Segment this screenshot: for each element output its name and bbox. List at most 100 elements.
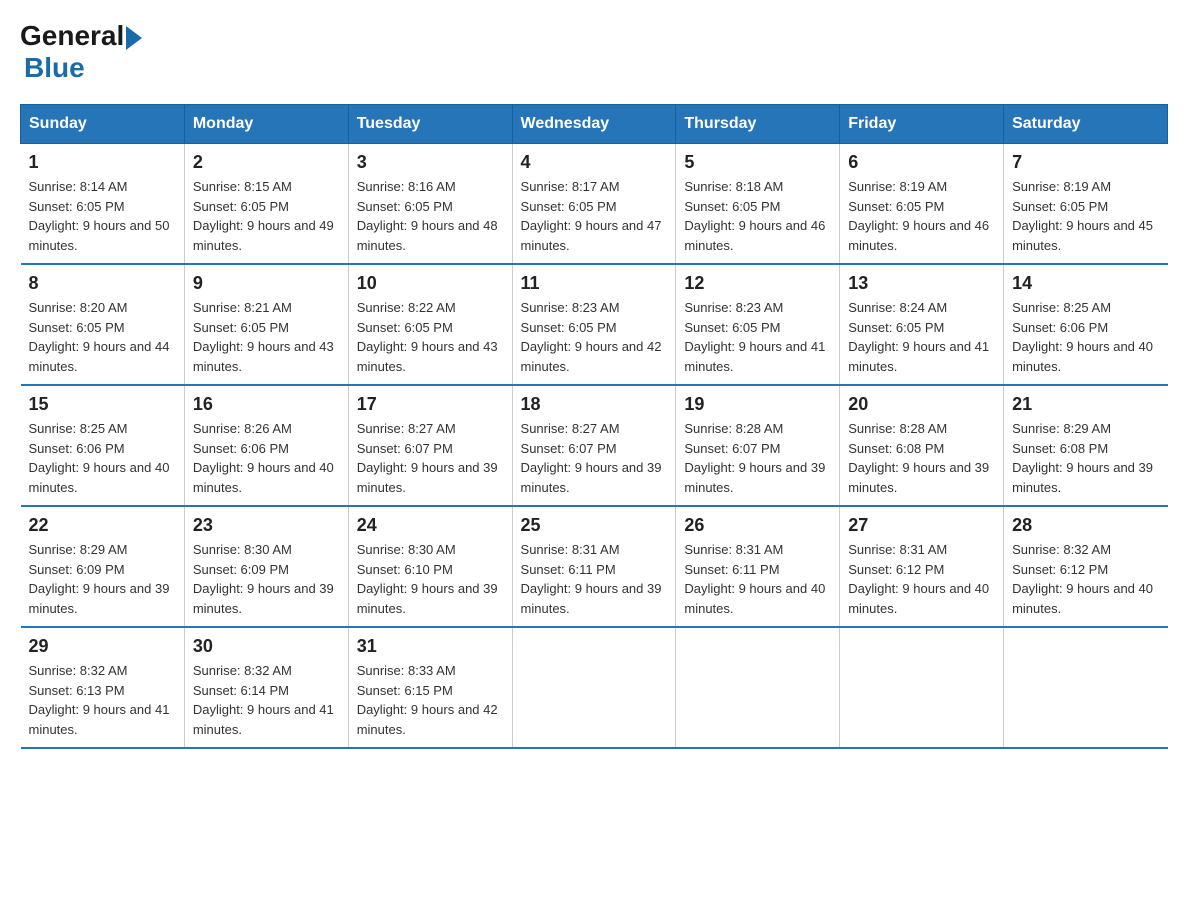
calendar-cell: 9 Sunrise: 8:21 AMSunset: 6:05 PMDaylight…: [184, 264, 348, 385]
calendar-cell: 21 Sunrise: 8:29 AMSunset: 6:08 PMDayligh…: [1004, 385, 1168, 506]
weekday-header-wednesday: Wednesday: [512, 105, 676, 144]
day-number: 18: [521, 394, 668, 415]
weekday-header-monday: Monday: [184, 105, 348, 144]
day-number: 12: [684, 273, 831, 294]
day-info: Sunrise: 8:32 AMSunset: 6:13 PMDaylight:…: [29, 661, 176, 739]
calendar-cell: 6 Sunrise: 8:19 AMSunset: 6:05 PMDaylight…: [840, 144, 1004, 265]
calendar-cell: 15Sunrise: 8:25 AMSunset: 6:06 PMDayligh…: [21, 385, 185, 506]
day-number: 6: [848, 152, 995, 173]
calendar-cell: 24 Sunrise: 8:30 AMSunset: 6:10 PMDayligh…: [348, 506, 512, 627]
page-header: General Blue: [20, 20, 1168, 84]
weekday-header-friday: Friday: [840, 105, 1004, 144]
day-number: 27: [848, 515, 995, 536]
calendar-cell: 8 Sunrise: 8:20 AMSunset: 6:05 PMDaylight…: [21, 264, 185, 385]
calendar-cell: 19 Sunrise: 8:28 AMSunset: 6:07 PMDayligh…: [676, 385, 840, 506]
day-number: 2: [193, 152, 340, 173]
day-number: 21: [1012, 394, 1159, 415]
day-info: Sunrise: 8:31 AMSunset: 6:11 PMDaylight:…: [521, 540, 668, 618]
day-info: Sunrise: 8:27 AMSunset: 6:07 PMDaylight:…: [357, 419, 504, 497]
calendar-cell: [512, 627, 676, 748]
day-info: Sunrise: 8:30 AMSunset: 6:09 PMDaylight:…: [193, 540, 340, 618]
logo-arrow-icon: [126, 26, 142, 50]
calendar-cell: 5 Sunrise: 8:18 AMSunset: 6:05 PMDaylight…: [676, 144, 840, 265]
weekday-header-row: SundayMondayTuesdayWednesdayThursdayFrid…: [21, 105, 1168, 144]
day-info: Sunrise: 8:28 AMSunset: 6:08 PMDaylight:…: [848, 419, 995, 497]
day-number: 1: [29, 152, 176, 173]
calendar-cell: 23 Sunrise: 8:30 AMSunset: 6:09 PMDayligh…: [184, 506, 348, 627]
calendar-week-row: 22Sunrise: 8:29 AMSunset: 6:09 PMDayligh…: [21, 506, 1168, 627]
day-number: 17: [357, 394, 504, 415]
day-info: Sunrise: 8:32 AMSunset: 6:12 PMDaylight:…: [1012, 540, 1159, 618]
calendar-cell: 29 Sunrise: 8:32 AMSunset: 6:13 PMDayligh…: [21, 627, 185, 748]
day-info: Sunrise: 8:19 AMSunset: 6:05 PMDaylight:…: [1012, 177, 1159, 255]
day-number: 5: [684, 152, 831, 173]
day-number: 20: [848, 394, 995, 415]
calendar-cell: [676, 627, 840, 748]
calendar-cell: 26Sunrise: 8:31 AMSunset: 6:11 PMDayligh…: [676, 506, 840, 627]
calendar-table: SundayMondayTuesdayWednesdayThursdayFrid…: [20, 104, 1168, 749]
day-number: 11: [521, 273, 668, 294]
logo-general-text: General: [20, 20, 124, 52]
day-info: Sunrise: 8:17 AMSunset: 6:05 PMDaylight:…: [521, 177, 668, 255]
day-number: 28: [1012, 515, 1159, 536]
calendar-cell: 18 Sunrise: 8:27 AMSunset: 6:07 PMDayligh…: [512, 385, 676, 506]
calendar-week-row: 15Sunrise: 8:25 AMSunset: 6:06 PMDayligh…: [21, 385, 1168, 506]
calendar-week-row: 1Sunrise: 8:14 AMSunset: 6:05 PMDaylight…: [21, 144, 1168, 265]
calendar-cell: 30 Sunrise: 8:32 AMSunset: 6:14 PMDayligh…: [184, 627, 348, 748]
day-info: Sunrise: 8:31 AMSunset: 6:11 PMDaylight:…: [684, 540, 831, 618]
day-number: 8: [29, 273, 176, 294]
calendar-cell: 25 Sunrise: 8:31 AMSunset: 6:11 PMDayligh…: [512, 506, 676, 627]
calendar-cell: 13 Sunrise: 8:24 AMSunset: 6:05 PMDayligh…: [840, 264, 1004, 385]
calendar-cell: 27 Sunrise: 8:31 AMSunset: 6:12 PMDayligh…: [840, 506, 1004, 627]
calendar-cell: 10 Sunrise: 8:22 AMSunset: 6:05 PMDayligh…: [348, 264, 512, 385]
day-number: 24: [357, 515, 504, 536]
day-number: 13: [848, 273, 995, 294]
day-info: Sunrise: 8:22 AMSunset: 6:05 PMDaylight:…: [357, 298, 504, 376]
day-number: 16: [193, 394, 340, 415]
calendar-cell: 7 Sunrise: 8:19 AMSunset: 6:05 PMDaylight…: [1004, 144, 1168, 265]
day-info: Sunrise: 8:29 AMSunset: 6:09 PMDaylight:…: [29, 540, 176, 618]
calendar-cell: 3Sunrise: 8:16 AMSunset: 6:05 PMDaylight…: [348, 144, 512, 265]
day-info: Sunrise: 8:27 AMSunset: 6:07 PMDaylight:…: [521, 419, 668, 497]
day-info: Sunrise: 8:31 AMSunset: 6:12 PMDaylight:…: [848, 540, 995, 618]
calendar-cell: 17 Sunrise: 8:27 AMSunset: 6:07 PMDayligh…: [348, 385, 512, 506]
day-number: 9: [193, 273, 340, 294]
day-info: Sunrise: 8:33 AMSunset: 6:15 PMDaylight:…: [357, 661, 504, 739]
day-number: 7: [1012, 152, 1159, 173]
day-info: Sunrise: 8:18 AMSunset: 6:05 PMDaylight:…: [684, 177, 831, 255]
day-number: 29: [29, 636, 176, 657]
day-number: 30: [193, 636, 340, 657]
day-info: Sunrise: 8:23 AMSunset: 6:05 PMDaylight:…: [521, 298, 668, 376]
day-number: 19: [684, 394, 831, 415]
day-info: Sunrise: 8:32 AMSunset: 6:14 PMDaylight:…: [193, 661, 340, 739]
day-info: Sunrise: 8:26 AMSunset: 6:06 PMDaylight:…: [193, 419, 340, 497]
day-info: Sunrise: 8:15 AMSunset: 6:05 PMDaylight:…: [193, 177, 340, 255]
calendar-week-row: 29 Sunrise: 8:32 AMSunset: 6:13 PMDayligh…: [21, 627, 1168, 748]
weekday-header-tuesday: Tuesday: [348, 105, 512, 144]
calendar-week-row: 8 Sunrise: 8:20 AMSunset: 6:05 PMDaylight…: [21, 264, 1168, 385]
day-info: Sunrise: 8:28 AMSunset: 6:07 PMDaylight:…: [684, 419, 831, 497]
day-info: Sunrise: 8:30 AMSunset: 6:10 PMDaylight:…: [357, 540, 504, 618]
day-info: Sunrise: 8:24 AMSunset: 6:05 PMDaylight:…: [848, 298, 995, 376]
day-info: Sunrise: 8:23 AMSunset: 6:05 PMDaylight:…: [684, 298, 831, 376]
calendar-cell: 12 Sunrise: 8:23 AMSunset: 6:05 PMDayligh…: [676, 264, 840, 385]
day-info: Sunrise: 8:29 AMSunset: 6:08 PMDaylight:…: [1012, 419, 1159, 497]
day-number: 14: [1012, 273, 1159, 294]
calendar-cell: 1Sunrise: 8:14 AMSunset: 6:05 PMDaylight…: [21, 144, 185, 265]
day-number: 25: [521, 515, 668, 536]
day-info: Sunrise: 8:19 AMSunset: 6:05 PMDaylight:…: [848, 177, 995, 255]
calendar-cell: 28 Sunrise: 8:32 AMSunset: 6:12 PMDayligh…: [1004, 506, 1168, 627]
calendar-cell: [840, 627, 1004, 748]
calendar-cell: 11 Sunrise: 8:23 AMSunset: 6:05 PMDayligh…: [512, 264, 676, 385]
calendar-cell: 4Sunrise: 8:17 AMSunset: 6:05 PMDaylight…: [512, 144, 676, 265]
day-number: 23: [193, 515, 340, 536]
weekday-header-thursday: Thursday: [676, 105, 840, 144]
day-info: Sunrise: 8:25 AMSunset: 6:06 PMDaylight:…: [1012, 298, 1159, 376]
day-number: 15: [29, 394, 176, 415]
calendar-cell: 16 Sunrise: 8:26 AMSunset: 6:06 PMDayligh…: [184, 385, 348, 506]
day-info: Sunrise: 8:16 AMSunset: 6:05 PMDaylight:…: [357, 177, 504, 255]
day-number: 10: [357, 273, 504, 294]
weekday-header-saturday: Saturday: [1004, 105, 1168, 144]
day-info: Sunrise: 8:20 AMSunset: 6:05 PMDaylight:…: [29, 298, 176, 376]
day-info: Sunrise: 8:21 AMSunset: 6:05 PMDaylight:…: [193, 298, 340, 376]
